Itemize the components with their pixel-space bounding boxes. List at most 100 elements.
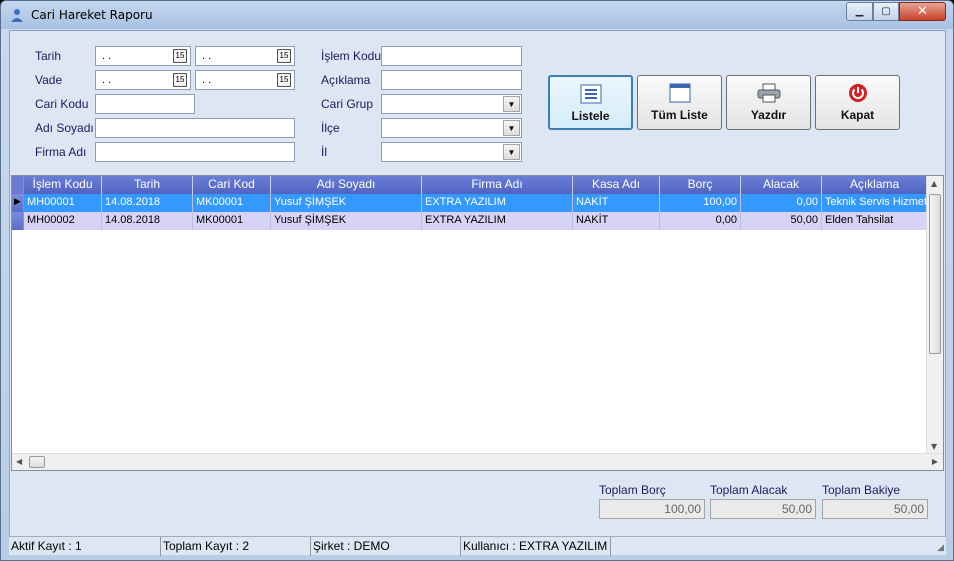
- row-indicator-icon: ▶: [12, 194, 24, 212]
- window-title: Cari Hareket Raporu: [31, 8, 153, 22]
- row-indicator: [12, 212, 24, 230]
- cell-kasa-adi[interactable]: NAKİT: [573, 212, 660, 230]
- col-tarih[interactable]: Tarih: [102, 176, 193, 194]
- il-select[interactable]: ▼: [381, 142, 522, 162]
- vertical-scrollbar[interactable]: ▲ ▼: [926, 176, 943, 454]
- scroll-up-icon[interactable]: ▲: [931, 179, 937, 188]
- status-aktif-kayit: Aktif Kayıt : 1: [9, 537, 161, 556]
- col-aciklama[interactable]: Açıklama: [822, 176, 928, 194]
- col-cari-kod[interactable]: Cari Kod: [193, 176, 271, 194]
- vade-end-input[interactable]: . . 15: [195, 70, 295, 90]
- chevron-down-icon[interactable]: ▼: [503, 96, 520, 112]
- toplam-borc-value: 100,00: [599, 499, 705, 519]
- islem-kodu-input[interactable]: [381, 46, 522, 66]
- cell-kasa-adi[interactable]: NAKİT: [573, 194, 660, 212]
- chevron-down-icon[interactable]: ▼: [503, 144, 520, 160]
- adi-soyadi-label: Adı Soyadı: [35, 121, 94, 135]
- list-icon: [580, 83, 602, 105]
- chevron-down-icon[interactable]: ▼: [503, 120, 520, 136]
- maximize-button[interactable]: ▢: [873, 2, 899, 21]
- col-borc[interactable]: Borç: [660, 176, 741, 194]
- toplam-borc-label: Toplam Borç: [599, 483, 666, 497]
- toplam-bakiye-value: 50,00: [822, 499, 928, 519]
- tarih-start-input[interactable]: . . 15: [95, 46, 191, 66]
- grid-header: İşlem Kodu Tarih Cari Kod Adı Soyadı Fir…: [12, 176, 928, 194]
- calendar-icon[interactable]: 15: [173, 49, 187, 63]
- vertical-scroll-thumb[interactable]: [929, 194, 941, 354]
- cell-cari-kod[interactable]: MK00001: [193, 212, 271, 230]
- adi-soyadi-input[interactable]: [95, 118, 295, 138]
- yazdir-button[interactable]: Yazdır: [726, 75, 811, 130]
- kapat-button[interactable]: Kapat: [815, 75, 900, 130]
- calendar-icon[interactable]: 15: [277, 73, 291, 87]
- title-bar[interactable]: Cari Hareket Raporu ▁ ▢ ✕: [1, 1, 953, 29]
- cari-kodu-label: Cari Kodu: [35, 97, 89, 111]
- cell-islem-kodu[interactable]: MH00001: [24, 194, 102, 212]
- aciklama-input[interactable]: [381, 70, 522, 90]
- cell-borc[interactable]: 0,00: [660, 212, 741, 230]
- resize-grip-icon[interactable]: ◢: [937, 543, 944, 553]
- col-alacak[interactable]: Alacak: [741, 176, 822, 194]
- tarih-end-input[interactable]: . . 15: [195, 46, 295, 66]
- header-indicator: [12, 176, 24, 194]
- minimize-icon: ▁: [855, 6, 864, 17]
- horizontal-scrollbar[interactable]: ◀ ▶: [12, 453, 943, 470]
- listele-button[interactable]: Listele: [548, 75, 633, 130]
- cell-firma-adi[interactable]: EXTRA YAZILIM: [422, 194, 573, 212]
- cari-grup-label: Cari Grup: [321, 97, 374, 111]
- tarih-label: Tarih: [35, 49, 62, 63]
- islem-kodu-label: İşlem Kodu: [321, 49, 382, 63]
- listele-label: Listele: [571, 109, 610, 123]
- window-icon: [669, 82, 691, 104]
- cell-aciklama[interactable]: Elden Tahsilat: [822, 212, 928, 230]
- toplam-alacak-label: Toplam Alacak: [710, 483, 788, 497]
- close-icon: ✕: [917, 4, 928, 19]
- scroll-down-icon[interactable]: ▼: [931, 442, 937, 451]
- cell-tarih[interactable]: 14.08.2018: [102, 194, 193, 212]
- transactions-grid[interactable]: İşlem Kodu Tarih Cari Kod Adı Soyadı Fir…: [11, 175, 944, 471]
- col-adi-soyadi[interactable]: Adı Soyadı: [271, 176, 422, 194]
- table-row[interactable]: ▶ MH00001 14.08.2018 MK00001 Yusuf ŞİMŞE…: [12, 194, 928, 212]
- status-kullanici: Kullanıcı : EXTRA YAZILIM: [461, 537, 611, 556]
- ilce-select[interactable]: ▼: [381, 118, 522, 138]
- maximize-icon: ▢: [881, 6, 891, 17]
- toplam-bakiye-label: Toplam Bakiye: [822, 483, 901, 497]
- minimize-button[interactable]: ▁: [846, 2, 873, 21]
- horizontal-scroll-thumb[interactable]: [29, 456, 45, 468]
- user-icon: [11, 9, 23, 22]
- printer-icon: [757, 82, 781, 104]
- calendar-icon[interactable]: 15: [173, 73, 187, 87]
- cell-islem-kodu[interactable]: MH00002: [24, 212, 102, 230]
- cari-grup-select[interactable]: ▼: [381, 94, 522, 114]
- cell-alacak[interactable]: 0,00: [741, 194, 822, 212]
- kapat-label: Kapat: [840, 108, 875, 122]
- status-bar: Aktif Kayıt : 1 Toplam Kayıt : 2 Şirket …: [9, 536, 946, 556]
- cell-alacak[interactable]: 50,00: [741, 212, 822, 230]
- close-button[interactable]: ✕: [899, 2, 946, 21]
- scroll-right-icon[interactable]: ▶: [932, 457, 938, 466]
- status-toplam-kayit: Toplam Kayıt : 2: [161, 537, 311, 556]
- vade-start-input[interactable]: . . 15: [95, 70, 191, 90]
- power-icon: [848, 82, 868, 104]
- cell-adi-soyadi[interactable]: Yusuf ŞİMŞEK: [271, 194, 422, 212]
- cell-adi-soyadi[interactable]: Yusuf ŞİMŞEK: [271, 212, 422, 230]
- col-kasa-adi[interactable]: Kasa Adı: [573, 176, 660, 194]
- cari-kodu-input[interactable]: [95, 94, 195, 114]
- vade-label: Vade: [35, 73, 63, 87]
- calendar-icon[interactable]: 15: [277, 49, 291, 63]
- cell-borc[interactable]: 100,00: [660, 194, 741, 212]
- cell-firma-adi[interactable]: EXTRA YAZILIM: [422, 212, 573, 230]
- col-firma-adi[interactable]: Firma Adı: [422, 176, 573, 194]
- tum-liste-button[interactable]: Tüm Liste: [637, 75, 722, 130]
- cell-cari-kod[interactable]: MK00001: [193, 194, 271, 212]
- tarih-start-value: . .: [102, 50, 112, 62]
- aciklama-label: Açıklama: [321, 73, 371, 87]
- firma-adi-input[interactable]: [95, 142, 295, 162]
- cell-tarih[interactable]: 14.08.2018: [102, 212, 193, 230]
- col-islem-kodu[interactable]: İşlem Kodu: [24, 176, 102, 194]
- il-label: İl: [321, 145, 327, 159]
- scroll-left-icon[interactable]: ◀: [16, 457, 22, 466]
- firma-adi-label: Firma Adı: [35, 145, 87, 159]
- table-row[interactable]: MH00002 14.08.2018 MK00001 Yusuf ŞİMŞEK …: [12, 212, 928, 230]
- cell-aciklama[interactable]: Teknik Servis Hizmeti: [822, 194, 928, 212]
